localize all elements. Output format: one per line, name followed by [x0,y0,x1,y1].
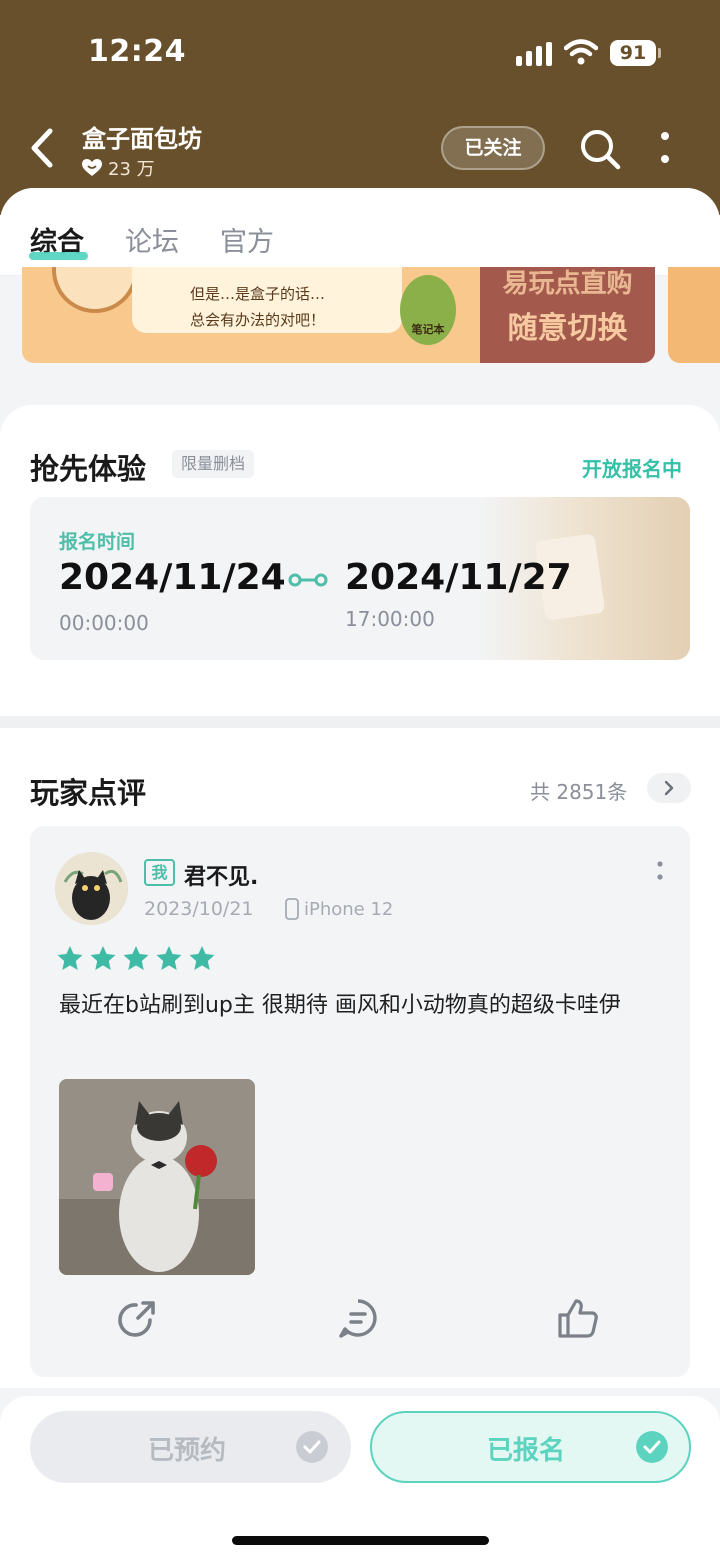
reviews-title: 玩家点评 [30,776,147,810]
cat-avatar-icon [55,852,127,924]
end-date: 2024/11/27 [345,557,572,598]
content-sheet: 综合 论坛 官方 但是…是盒子的话… 总会有办法的对吧！ 笔记本 易玩点直购 随… [0,188,720,1561]
star-icon [189,946,215,970]
share-icon[interactable] [116,1296,160,1340]
tab-active-indicator [29,252,88,260]
home-indicator[interactable] [232,1536,489,1545]
notebook-illustration: 笔记本 [400,275,456,345]
registration-time-box: 报名时间 2024/11/24 00:00:00 2024/11/27 17:0… [30,497,690,660]
review-date: 2023/10/21 [144,898,254,920]
follower-count: 23 万 [82,155,155,181]
me-badge: 我 [144,859,175,886]
banner-headline-line2: 随意切换 [507,311,628,346]
page-title: 盒子面包坊 [82,125,202,153]
start-time: 00:00:00 [59,611,149,635]
check-icon [636,1431,668,1463]
follower-count-text: 23 万 [108,159,155,180]
check-icon [296,1431,328,1463]
review-actions [30,1296,690,1356]
registration-time-label: 报名时间 [59,531,136,553]
status-bar: 12:24 91 [0,0,720,105]
battery-indicator: 91 [610,40,661,66]
comment-icon[interactable] [336,1296,380,1340]
more-icon[interactable] [656,129,674,169]
reserved-button-label: 已预约 [148,1436,227,1466]
early-access-tag: 限量删档 [172,450,255,478]
early-access-title: 抢先体验 [30,452,147,486]
star-icon [123,946,149,970]
wifi-icon [564,39,598,65]
tab-official[interactable]: 官方 [220,220,274,259]
nav-bar: 盒子面包坊 23 万 已关注 [0,105,720,195]
reserved-button[interactable]: 已预约 [30,1411,351,1483]
banner-next-card[interactable] [668,267,720,363]
avatar[interactable] [55,852,128,925]
back-icon[interactable] [26,125,60,171]
banner-card[interactable]: 但是…是盒子的话… 总会有办法的对吧！ 笔记本 易玩点直购 随意切换 [22,267,655,363]
status-time: 12:24 [88,34,186,69]
date-range-connector-icon [288,573,328,587]
follow-button[interactable]: 已关注 [441,126,545,170]
review-item: 我 君不见. 2023/10/21 iPhone 12 最近在b站刷到up主 很… [30,826,690,1377]
banner-speech-line2: 总会有办法的对吧！ [190,311,326,329]
banner-badge-text: 笔记本 [411,323,445,336]
banner-carousel[interactable]: 但是…是盒子的话… 总会有办法的对吧！ 笔记本 易玩点直购 随意切换 [0,267,720,367]
review-count[interactable]: 共 2851条 [530,776,627,805]
star-icon [57,946,83,970]
banner-headline-line1: 易玩点直购 [502,269,633,299]
registered-button[interactable]: 已报名 [370,1411,691,1483]
review-device: iPhone 12 [285,898,393,920]
reviewer-name[interactable]: 君不见. [184,859,258,891]
star-icon [90,946,116,970]
heart-icon [82,159,102,176]
banner-speech-line1: 但是…是盒子的话… [190,285,326,303]
signal-icon [516,42,552,66]
chevron-right-icon[interactable] [647,773,691,803]
tab-forum[interactable]: 论坛 [125,220,179,259]
end-time: 17:00:00 [345,607,435,631]
registered-button-label: 已报名 [487,1436,566,1466]
header-bar: 12:24 91 盒子面包坊 23 万 已关注 [0,0,720,215]
section-divider [0,716,720,728]
registration-status[interactable]: 开放报名中 [582,453,682,482]
search-icon[interactable] [578,127,622,171]
cat-photo-image [59,1079,255,1275]
rating-stars [57,946,215,971]
more-options-icon[interactable] [652,860,668,884]
review-text: 最近在b站刷到up主 很期待 画风和小动物真的超级卡哇伊 [59,993,621,1018]
star-icon [156,946,182,970]
like-icon[interactable] [556,1296,600,1340]
phone-icon [285,898,299,920]
review-photo[interactable] [59,1079,255,1275]
start-date: 2024/11/24 [59,557,286,598]
banner-speech: 但是…是盒子的话… 总会有办法的对吧！ [132,267,402,333]
banner-headline: 易玩点直购 随意切换 [480,267,655,363]
review-device-text: iPhone 12 [304,898,394,920]
tab-bar: 综合 论坛 官方 [0,188,720,276]
bun-illustration [52,267,138,313]
